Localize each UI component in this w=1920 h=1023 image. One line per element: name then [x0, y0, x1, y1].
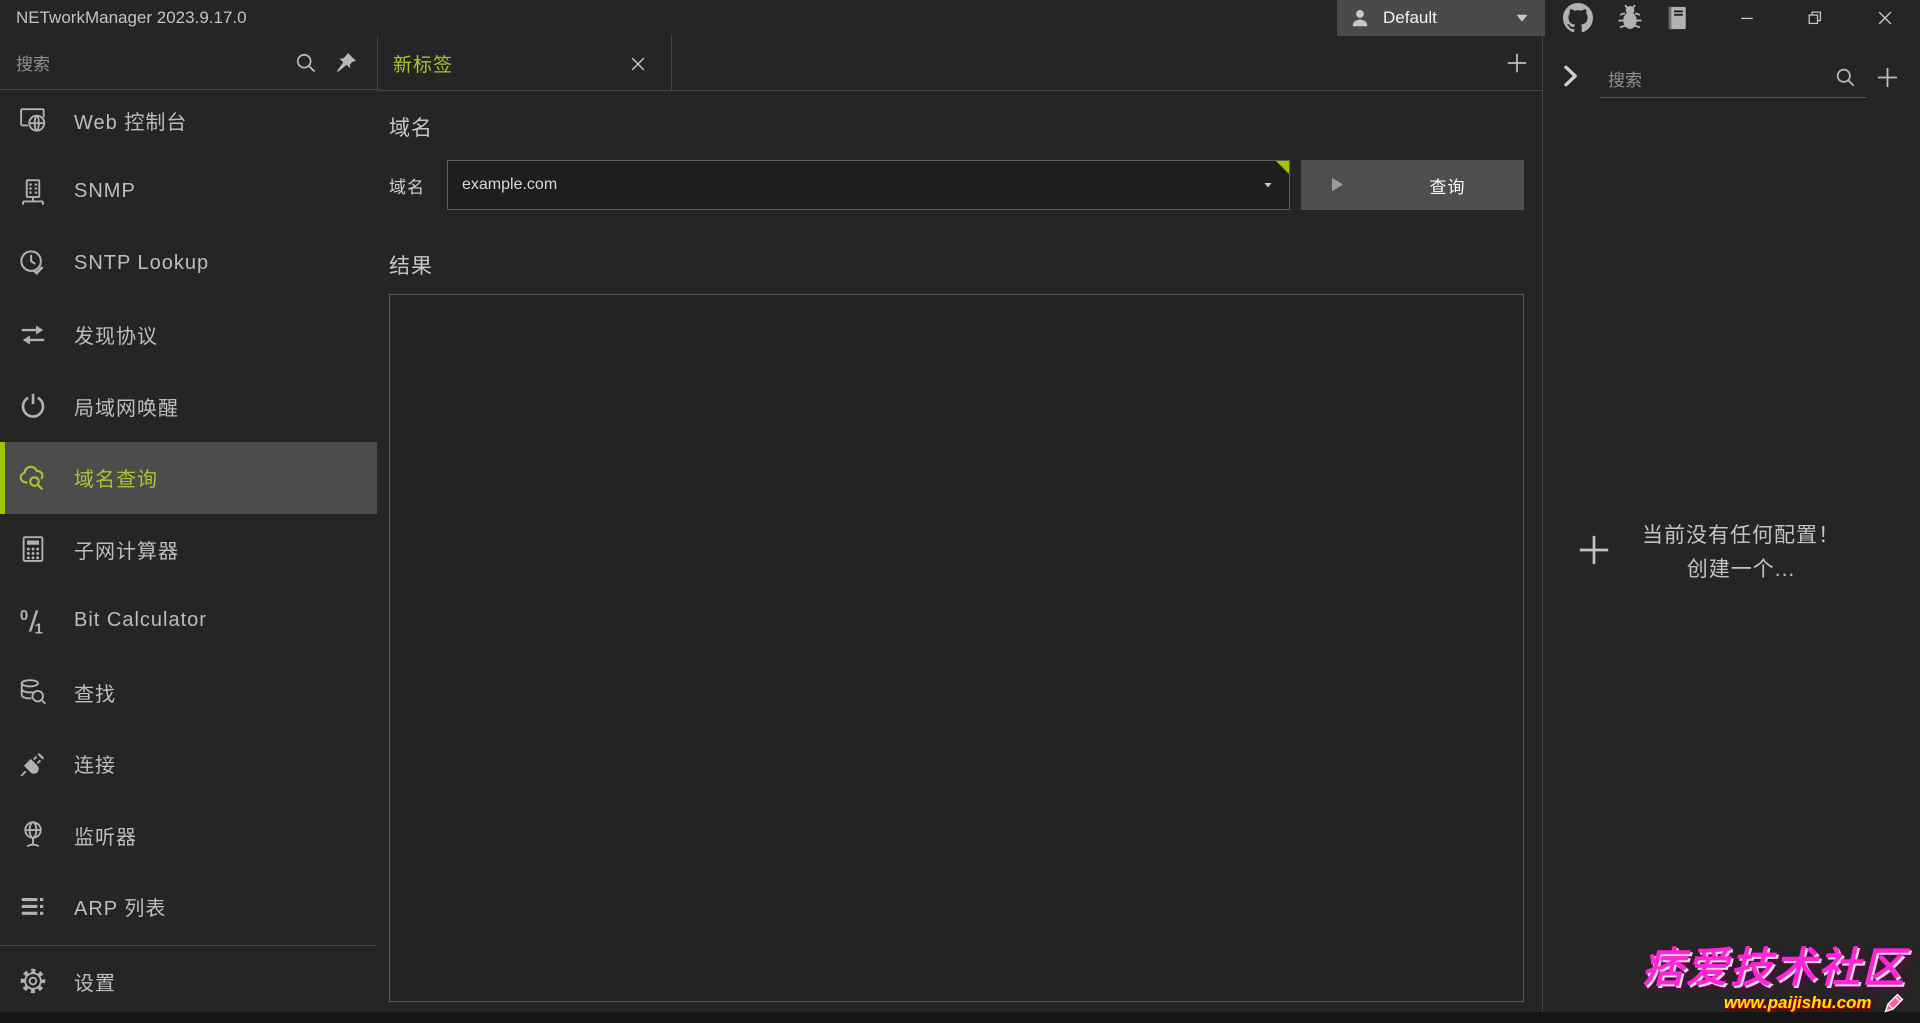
watermark-title: 痞爱技术社区 [1642, 945, 1906, 991]
globe-stand-icon [18, 820, 48, 850]
sidebar-item-settings[interactable]: 设置 [0, 947, 377, 1015]
sidebar-item-3[interactable]: 发现协议 [0, 299, 377, 371]
watermark: 痞爱技术社区 www.paijishu.com [1642, 945, 1906, 1015]
sidebar-item-1[interactable]: SNMP [0, 156, 377, 228]
arrows-swap-icon [18, 320, 48, 350]
sidebar-item-5[interactable]: 域名查询 [0, 442, 377, 514]
sidebar-item-0[interactable]: Web 控制台 [0, 84, 377, 156]
divider [1600, 97, 1866, 98]
sidebar-item-label: ARP 列表 [74, 892, 166, 921]
new-tab-button[interactable] [1499, 45, 1535, 81]
window-title: NETworkManager 2023.9.17.0 [16, 0, 247, 36]
restore-button[interactable] [1793, 0, 1837, 36]
sidebar-item-7[interactable]: 01 Bit Calculator [0, 585, 377, 657]
close-button[interactable] [1863, 0, 1907, 36]
svg-text:1: 1 [35, 620, 43, 636]
binary-icon: 01 [18, 606, 48, 636]
sidebar-item-6[interactable]: 子网计算器 [0, 513, 377, 585]
add-profile-button[interactable] [1874, 64, 1901, 91]
minimize-button[interactable] [1725, 0, 1769, 36]
sidebar-item-label: 发现协议 [74, 320, 158, 349]
domain-combobox[interactable]: example.com [447, 160, 1290, 210]
sidebar-item-label: 子网计算器 [74, 535, 179, 564]
sidebar-item-label: 局域网唤醒 [74, 392, 179, 421]
cloud-search-icon [18, 463, 48, 493]
search-icon[interactable] [294, 51, 318, 75]
query-button[interactable]: 查询 [1301, 160, 1524, 210]
tab-close-icon[interactable] [628, 54, 648, 74]
sidebar-item-4[interactable]: 局域网唤醒 [0, 370, 377, 442]
valid-input-indicator [1276, 161, 1289, 174]
sidebar-item-label: SNMP [74, 180, 136, 203]
sidebar-item-11[interactable]: ARP 列表 [0, 871, 377, 943]
sidebar-item-label: Bit Calculator [74, 609, 207, 632]
tab-label: 新标签 [393, 36, 453, 90]
chevron-down-icon[interactable] [1261, 178, 1275, 192]
divider [377, 90, 1542, 91]
restore-icon [1805, 8, 1825, 28]
sidebar-item-8[interactable]: 查找 [0, 656, 377, 728]
domain-combobox-value: example.com [462, 161, 557, 209]
power-icon [18, 391, 48, 421]
person-icon [1349, 7, 1371, 29]
profile-dropdown[interactable]: Default [1337, 0, 1545, 36]
no-profiles-line1: 当前没有任何配置！ [1616, 519, 1866, 553]
sidebar-item-label: 连接 [74, 749, 116, 778]
bug-icon[interactable] [1615, 3, 1645, 33]
section-title-results: 结果 [389, 250, 433, 280]
github-icon[interactable] [1563, 3, 1593, 33]
play-icon [1327, 175, 1347, 195]
gear-icon [18, 966, 48, 996]
no-profiles-line2: 创建一个... [1616, 553, 1866, 587]
sidebar-item-label: 设置 [74, 967, 116, 996]
web-console-icon [18, 105, 48, 135]
chevron-down-icon [1511, 7, 1533, 29]
db-search-icon [18, 677, 48, 707]
divider [1542, 36, 1543, 1015]
results-area [389, 294, 1524, 1002]
no-profiles-message: 当前没有任何配置！ 创建一个... [1616, 519, 1866, 587]
sidebar-search[interactable]: 搜索 [0, 36, 377, 90]
sidebar-search-placeholder: 搜索 [16, 36, 50, 89]
sidebar-item-label: SNTP Lookup [74, 252, 209, 275]
create-profile-plus-icon[interactable] [1574, 530, 1614, 570]
watermark-url: www.paijishu.com [1724, 992, 1872, 1014]
chevron-right-icon[interactable] [1556, 62, 1584, 90]
sidebar-divider [0, 945, 377, 946]
plus-icon [1504, 50, 1530, 76]
list-icon [18, 892, 48, 922]
profiles-search-placeholder[interactable]: 搜索 [1608, 60, 1642, 96]
pin-icon[interactable] [334, 51, 358, 75]
networkmanager-window: NETworkManager 2023.9.17.0 Default 搜索 We… [0, 0, 1920, 1023]
section-title-domain: 域名 [389, 112, 433, 142]
query-button-label: 查询 [1371, 160, 1524, 210]
server-icon [18, 177, 48, 207]
sidebar-item-9[interactable]: 连接 [0, 728, 377, 800]
close-icon [1875, 8, 1895, 28]
tab-dns-lookup[interactable]: 新标签 [377, 36, 672, 90]
search-icon[interactable] [1834, 66, 1857, 89]
profile-name: Default [1383, 8, 1437, 28]
plug-icon [18, 749, 48, 779]
title-bar: NETworkManager 2023.9.17.0 Default [0, 0, 1920, 36]
sidebar-item-10[interactable]: 监听器 [0, 799, 377, 871]
calculator-icon [18, 534, 48, 564]
svg-text:0: 0 [20, 606, 28, 623]
sidebar-item-label: 查找 [74, 678, 116, 707]
sidebar-item-label: Web 控制台 [74, 106, 187, 135]
docs-icon[interactable] [1663, 3, 1691, 33]
minimize-icon [1737, 8, 1757, 28]
sidebar-item-label: 域名查询 [74, 463, 158, 492]
domain-field-label: 域名 [389, 160, 425, 210]
window-bottom-edge [0, 1012, 1920, 1023]
clock-check-icon [18, 248, 48, 278]
sidebar-item-label: 监听器 [74, 821, 137, 850]
sidebar-item-2[interactable]: SNTP Lookup [0, 227, 377, 299]
